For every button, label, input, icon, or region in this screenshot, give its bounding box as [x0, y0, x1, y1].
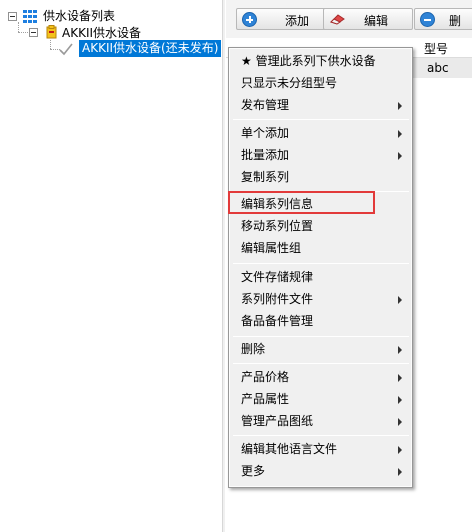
eraser-icon: [330, 14, 345, 25]
menu-item-manage-series-devices[interactable]: ★ 管理此系列下供水设备: [231, 50, 410, 72]
menu-item-copy-series[interactable]: 复制系列: [231, 166, 410, 188]
tree-line: [50, 40, 51, 49]
menu-item-more[interactable]: 更多: [231, 460, 410, 482]
submenu-arrow-icon: [398, 418, 402, 426]
tree-line: [18, 22, 19, 32]
menu-separator: [233, 336, 409, 337]
table-cell-model: abc: [427, 61, 449, 75]
collapse-series-toggle[interactable]: [29, 28, 38, 37]
context-menu: ★ 管理此系列下供水设备 只显示未分组型号 发布管理 单个添加 批量添加 复制系…: [228, 47, 413, 488]
submenu-arrow-icon: [398, 374, 402, 382]
tree-panel: 供水设备列表 AKKII供水设备 AKKII供水设备(还未发布): [0, 0, 222, 532]
menu-item-single-add[interactable]: 单个添加: [231, 122, 410, 144]
add-button[interactable]: 添加: [236, 8, 326, 30]
menu-item-delete[interactable]: 删除: [231, 338, 410, 360]
highlight-annotation-box: [228, 191, 375, 214]
menu-item-file-storage-rules[interactable]: 文件存储规律: [231, 266, 410, 288]
submenu-arrow-icon: [398, 446, 402, 454]
menu-item-move-series[interactable]: 移动系列位置: [231, 215, 410, 237]
menu-separator: [233, 263, 409, 264]
grid-icon: [23, 10, 38, 23]
menu-item-product-price[interactable]: 产品价格: [231, 366, 410, 388]
tree-root-label[interactable]: 供水设备列表: [43, 8, 115, 24]
check-icon: [59, 43, 73, 56]
panel-splitter[interactable]: [222, 0, 225, 532]
submenu-arrow-icon: [398, 296, 402, 304]
submenu-arrow-icon: [398, 396, 402, 404]
submenu-arrow-icon: [398, 468, 402, 476]
menu-item-show-ungrouped[interactable]: 只显示未分组型号: [231, 72, 410, 94]
menu-item-batch-add[interactable]: 批量添加: [231, 144, 410, 166]
add-icon: [242, 12, 257, 27]
edit-button-label: 编辑: [364, 14, 389, 28]
submenu-arrow-icon: [398, 152, 402, 160]
menu-item-manage-drawings[interactable]: 管理产品图纸: [231, 410, 410, 432]
edit-button[interactable]: 编辑: [323, 8, 413, 30]
add-button-label: 添加: [285, 14, 310, 28]
remove-icon: [420, 12, 435, 27]
tree-selected-item[interactable]: AKKII供水设备(还未发布): [79, 40, 222, 57]
menu-item-edit-other-language[interactable]: 编辑其他语言文件: [231, 438, 410, 460]
menu-item-product-attributes[interactable]: 产品属性: [231, 388, 410, 410]
collapse-root-toggle[interactable]: [8, 12, 17, 21]
menu-item-publish-management[interactable]: 发布管理: [231, 94, 410, 116]
delete-button[interactable]: 删: [414, 8, 472, 30]
toolbar: 添加 编辑 删: [226, 0, 472, 38]
submenu-arrow-icon: [398, 130, 402, 138]
menu-separator: [233, 435, 409, 436]
tree-line: [18, 32, 28, 33]
delete-button-label: 删: [449, 14, 462, 28]
tree-series-label[interactable]: AKKII供水设备: [62, 25, 141, 41]
submenu-arrow-icon: [398, 102, 402, 110]
menu-separator: [233, 119, 409, 120]
column-header-model[interactable]: 型号: [424, 40, 448, 57]
menu-separator: [233, 363, 409, 364]
menu-item-edit-attribute-group[interactable]: 编辑属性组: [231, 237, 410, 259]
series-folder-icon: [46, 25, 57, 39]
menu-item-spare-parts[interactable]: 备品备件管理: [231, 310, 410, 332]
menu-item-series-attachments[interactable]: 系列附件文件: [231, 288, 410, 310]
submenu-arrow-icon: [398, 346, 402, 354]
